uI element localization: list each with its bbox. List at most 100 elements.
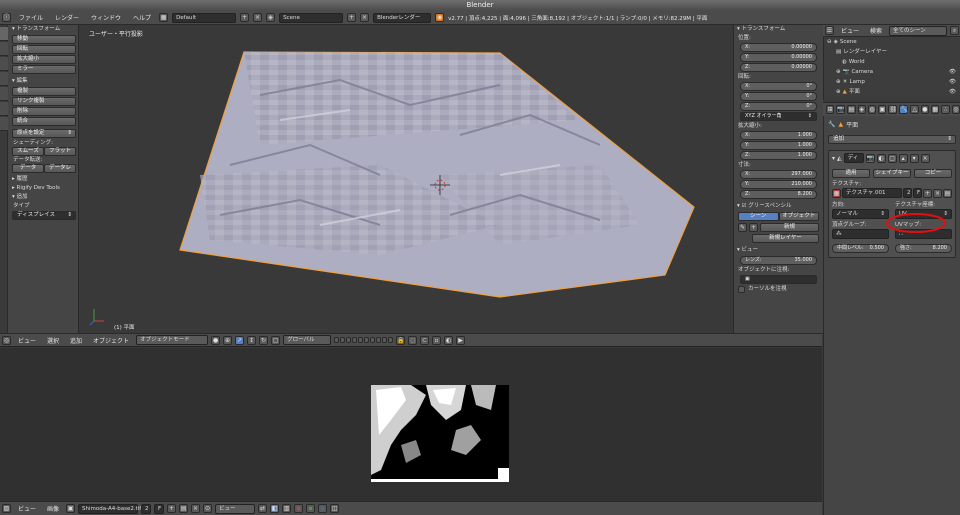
layer-button[interactable] — [388, 337, 394, 343]
menu-help[interactable]: ヘルプ — [129, 13, 155, 22]
translate-manipulator-icon[interactable]: ↕ — [247, 335, 257, 345]
tab-animation[interactable] — [0, 72, 8, 86]
new-image-icon[interactable]: + — [167, 504, 177, 513]
editor-type-icon[interactable]: ⊞ — [826, 105, 835, 114]
editor-type-icon[interactable]: ⓘ — [2, 13, 11, 22]
location-z-field[interactable]: Z: 0.00000 — [740, 63, 817, 72]
channel-b-icon[interactable]: ▪ — [318, 504, 328, 513]
grease-new-layer-button[interactable]: 新規レイヤー — [752, 234, 819, 243]
pin-icon[interactable]: ⊙ — [203, 504, 213, 513]
channel-g-icon[interactable]: ▪ — [306, 504, 316, 513]
menu-view[interactable]: ビュー — [14, 336, 40, 345]
texture-users-field[interactable]: 2 — [903, 188, 912, 198]
view-mode-select[interactable]: ビュー — [215, 503, 256, 514]
rotation-x-field[interactable]: X: 0° — [740, 82, 817, 91]
pivot-icon[interactable]: ⊕ — [223, 335, 233, 345]
copy-button[interactable]: コピー — [914, 169, 952, 178]
scale-manipulator-icon[interactable]: ▢ — [271, 335, 281, 345]
rigify-panel-header[interactable]: ▸ Rigify Dev Tools — [9, 184, 79, 193]
layer-button[interactable] — [352, 337, 358, 343]
location-y-field[interactable]: Y: 0.00000 — [740, 53, 817, 62]
dimensions-x-field[interactable]: X: 297.000 — [740, 170, 817, 179]
editor-type-icon[interactable]: ☰ — [825, 26, 834, 35]
search-icon[interactable]: ⌕ — [950, 26, 960, 35]
mode-select[interactable]: オブジェクトモード — [136, 335, 209, 345]
screen-layout-field[interactable]: Default — [172, 12, 237, 23]
constraints-tab-icon[interactable]: ⛓ — [888, 105, 898, 114]
data-layout-button[interactable]: データレ — [44, 164, 76, 173]
screen-layout-icon[interactable]: ▦ — [159, 13, 169, 22]
texture-coords-select[interactable]: UV ⇕ — [895, 209, 952, 219]
object-tab-icon[interactable]: ▣ — [878, 105, 887, 114]
add-texture-icon[interactable]: + — [923, 188, 932, 198]
transform-panel-header[interactable]: ▾ トランスフォーム — [9, 25, 79, 34]
layer-button[interactable] — [370, 337, 376, 343]
lens-field[interactable]: レンズ: 35.000 — [740, 256, 817, 265]
add-scene-icon[interactable]: + — [347, 13, 357, 22]
editor-type-icon[interactable]: ▧ — [2, 504, 11, 513]
menu-select[interactable]: 選択 — [43, 336, 63, 345]
snap-element-icon[interactable]: ▫ — [432, 335, 442, 345]
add-icon[interactable]: + — [749, 223, 758, 232]
expand-icon[interactable]: ⊕ — [836, 67, 841, 77]
translate-button[interactable]: 移動 — [12, 35, 76, 44]
remove-scene-icon[interactable]: × — [360, 13, 370, 22]
texture-browse-icon[interactable]: ▦ — [832, 188, 841, 198]
editor-type-icon[interactable]: ◎ — [2, 335, 11, 345]
modifiers-tab-icon[interactable]: 🔧 — [899, 105, 909, 114]
data-transfer-button[interactable]: データ — [12, 164, 44, 173]
location-x-field[interactable]: X: 0.00000 — [740, 43, 817, 52]
orientation-select[interactable]: グローバル — [283, 335, 332, 345]
menu-object[interactable]: オブジェクト — [89, 336, 133, 345]
tab-create[interactable] — [0, 42, 8, 56]
channel-rgb-icon[interactable]: ▥ — [282, 504, 292, 513]
menu-file[interactable]: ファイル — [15, 13, 47, 22]
outliner-row-scene[interactable]: ⊖ ◈ Scene — [824, 37, 960, 47]
menu-window[interactable]: ウィンドウ — [87, 13, 125, 22]
image-browse-icon[interactable]: ▣ — [66, 504, 76, 513]
texture-tab-icon[interactable]: ▦ — [931, 105, 940, 114]
channel-alpha-icon[interactable]: ◫ — [330, 504, 340, 513]
material-tab-icon[interactable]: ● — [920, 105, 930, 114]
dimensions-y-field[interactable]: Y: 210.000 — [740, 180, 817, 189]
viewport-toggle-icon[interactable]: ◐ — [876, 153, 886, 163]
layer-button[interactable] — [358, 337, 364, 343]
move-down-icon[interactable]: ▾ — [909, 153, 919, 163]
expand-icon[interactable]: ⊖ — [827, 37, 832, 47]
open-image-icon[interactable]: ▤ — [179, 504, 189, 513]
duplicate-linked-button[interactable]: リンク複製 — [12, 97, 76, 106]
close-icon[interactable]: × — [191, 504, 201, 513]
vertex-group-field[interactable]: ⁂ — [832, 229, 889, 239]
history-panel-header[interactable]: ▸ 履歴 — [9, 175, 79, 184]
type-select[interactable]: ディスプレイス ⇕ — [12, 211, 76, 220]
rotate-manipulator-icon[interactable]: ↻ — [259, 335, 269, 345]
apply-button[interactable]: 適用 — [832, 169, 870, 178]
view-panel-header[interactable]: ▾ ビュー — [734, 246, 823, 255]
expand-icon[interactable]: ⊕ — [836, 77, 841, 87]
particles-tab-icon[interactable]: ∴ — [941, 105, 950, 114]
menu-add[interactable]: 追加 — [66, 336, 86, 345]
grease-scene-tab[interactable]: シーン — [738, 212, 779, 221]
move-up-icon[interactable]: ▴ — [898, 153, 908, 163]
layer-button[interactable] — [340, 337, 346, 343]
layer-button[interactable] — [334, 337, 340, 343]
delete-button[interactable]: 削除 — [12, 107, 76, 116]
strength-field[interactable]: 強さ: 8.200 — [895, 244, 952, 253]
render-layers-tab-icon[interactable]: ▤ — [847, 105, 856, 114]
world-tab-icon[interactable]: ◍ — [867, 105, 877, 114]
fake-user-toggle[interactable]: F — [154, 503, 165, 514]
terrain-mesh[interactable] — [80, 25, 732, 333]
collapse-icon[interactable]: ▾ — [832, 155, 835, 162]
outliner-row-world[interactable]: ◍ World — [824, 57, 960, 67]
scene-tab-icon[interactable]: ◈ — [857, 105, 866, 114]
add-layout-icon[interactable]: + — [240, 13, 250, 22]
texture-fake-user-toggle[interactable]: F — [913, 188, 922, 198]
lock-cursor-checkbox[interactable] — [738, 285, 745, 293]
scale-z-field[interactable]: Z: 1.000 — [740, 151, 817, 160]
display-filter-select[interactable]: 全てのシーン — [889, 25, 948, 36]
outliner-row-plane[interactable]: ⊕ ▲ 平面 👁 — [824, 87, 960, 97]
snap-icon[interactable]: ⊂ — [420, 335, 430, 345]
visibility-eye-icon[interactable]: 👁 — [949, 77, 956, 87]
menu-image[interactable]: 画像 — [43, 504, 63, 513]
display-channels-icon[interactable]: ◧ — [270, 504, 280, 513]
